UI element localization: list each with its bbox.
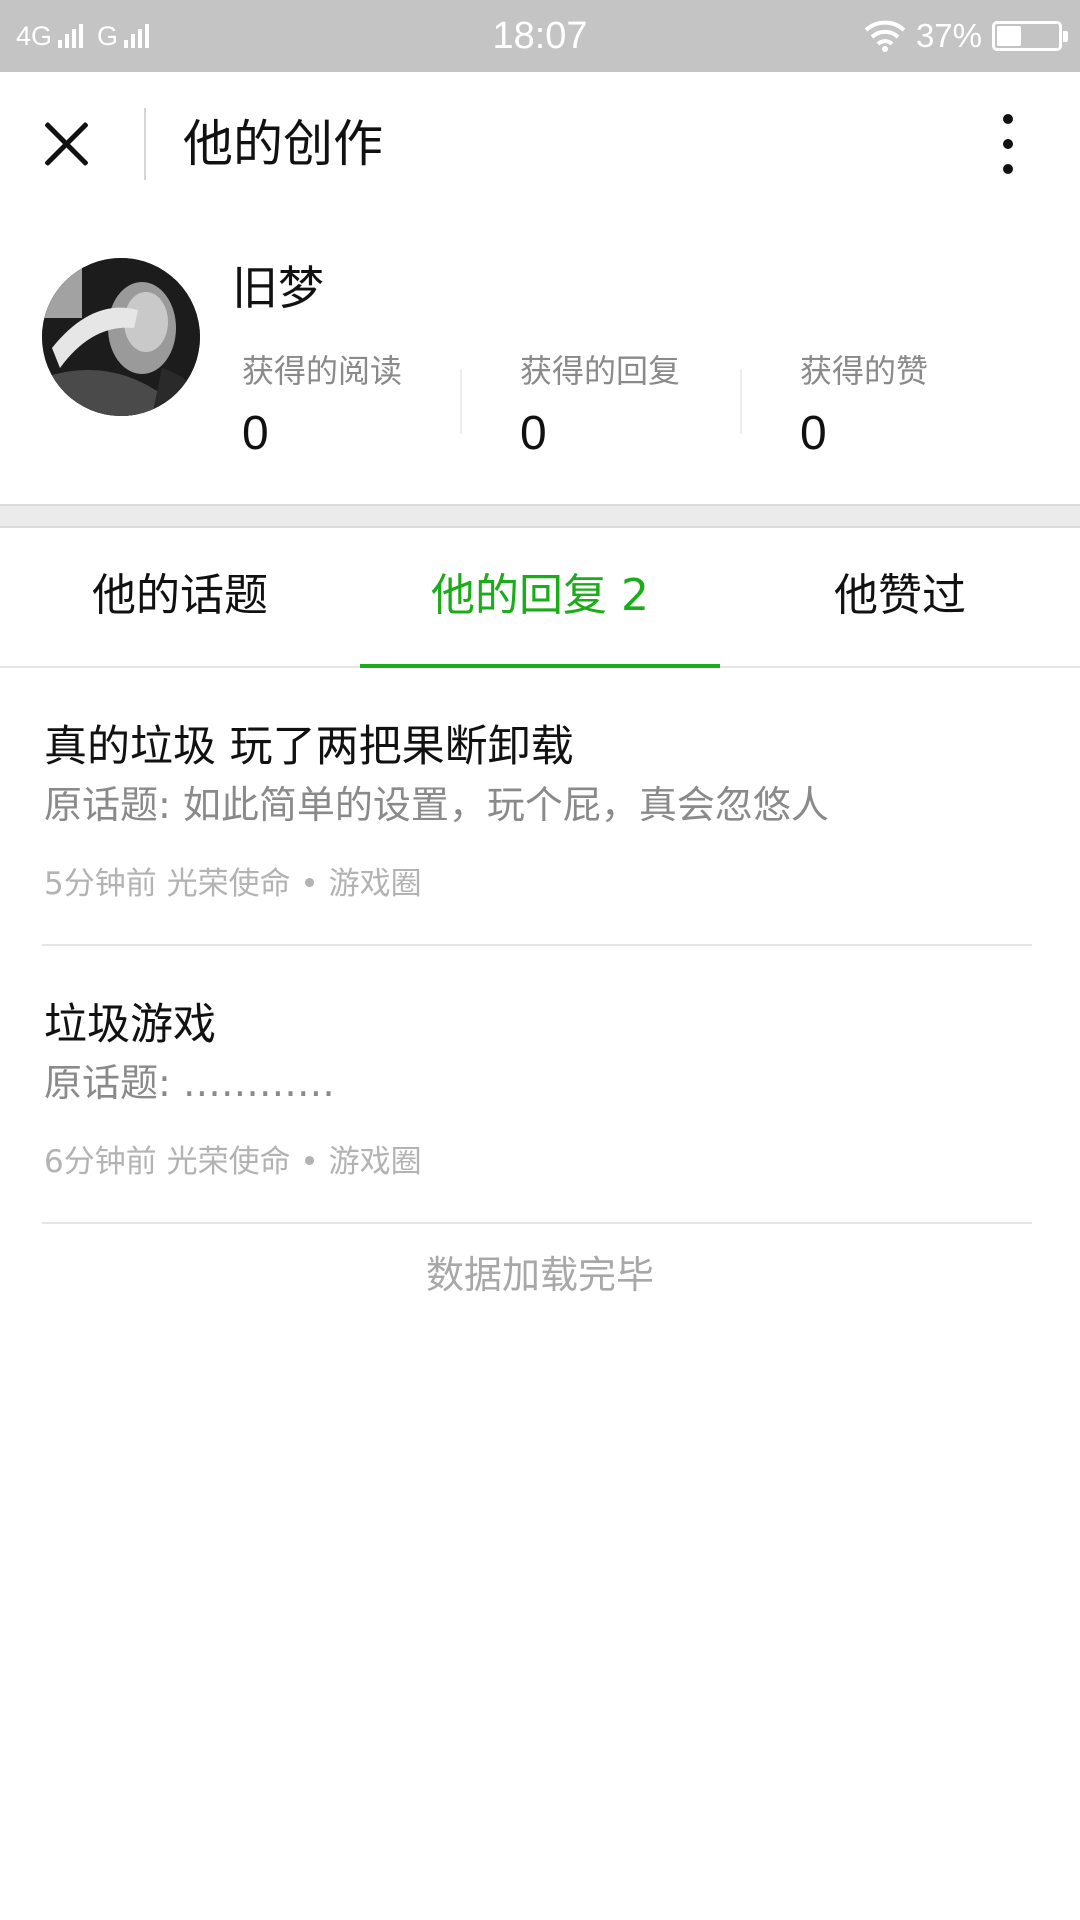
stat-label: 获得的阅读 <box>242 352 403 390</box>
reply-origin-topic: 原话题: 如此简单的设置，玩个屁，真会忽悠人 <box>44 783 829 827</box>
tab-replies[interactable]: 他的回复 2 <box>360 528 720 668</box>
stat-label: 获得的赞 <box>800 352 929 390</box>
reply-meta: 6分钟前 光荣使命 • 游戏圈 <box>44 1144 422 1180</box>
username: 旧梦 <box>232 261 324 315</box>
battery-percent: 37% <box>915 17 982 54</box>
avatar-image <box>42 258 200 416</box>
stat-divider <box>740 370 742 434</box>
status-right: 37% <box>864 0 1068 72</box>
status-bar: 4G G 18:07 37% <box>0 0 1080 72</box>
reply-title: 真的垃圾 玩了两把果断卸载 <box>44 722 574 772</box>
stat-replies: 获得的回复 0 <box>520 346 760 461</box>
stat-label: 获得的回复 <box>520 352 681 390</box>
tab-liked[interactable]: 他赞过 <box>720 528 1080 668</box>
list-item[interactable]: 真的垃圾 玩了两把果断卸载 原话题: 如此简单的设置，玩个屁，真会忽悠人 5分钟… <box>42 668 1032 946</box>
stat-value: 0 <box>520 407 547 460</box>
reply-origin-topic: 原话题: ………… <box>44 1061 335 1105</box>
battery-icon <box>992 21 1068 51</box>
tab-bar: 他的话题 他的回复 2 他赞过 <box>0 528 1080 668</box>
nav-divider <box>144 108 146 180</box>
reply-meta: 5分钟前 光荣使命 • 游戏圈 <box>44 866 422 902</box>
load-complete-text: 数据加载完毕 <box>425 1253 654 1297</box>
avatar[interactable] <box>42 258 200 416</box>
stat-divider <box>460 370 462 434</box>
reply-list: 真的垃圾 玩了两把果断卸载 原话题: 如此简单的设置，玩个屁，真会忽悠人 5分钟… <box>42 668 1032 1224</box>
stat-value: 0 <box>800 407 827 460</box>
profile-header: 旧梦 获得的阅读 0 获得的回复 0 获得的赞 0 <box>0 216 1080 504</box>
section-divider <box>0 504 1080 528</box>
tab-topics[interactable]: 他的话题 <box>0 528 360 668</box>
more-vertical-icon[interactable] <box>990 114 1026 174</box>
close-icon[interactable] <box>40 117 94 171</box>
battery-level <box>997 26 1021 46</box>
reply-title: 垃圾游戏 <box>44 1000 216 1050</box>
list-item[interactable]: 垃圾游戏 原话题: ………… 6分钟前 光荣使命 • 游戏圈 <box>42 946 1032 1224</box>
stat-value: 0 <box>242 407 269 460</box>
page-title: 他的创作 <box>183 115 383 173</box>
stat-reads: 获得的阅读 0 <box>242 346 482 461</box>
nav-bar: 他的创作 <box>0 72 1080 216</box>
stat-likes: 获得的赞 0 <box>800 346 1040 461</box>
wifi-icon <box>864 20 906 52</box>
